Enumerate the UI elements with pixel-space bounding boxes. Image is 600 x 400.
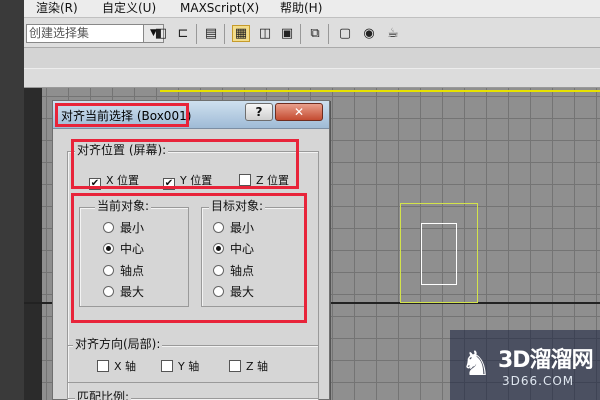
selection-set-dropdown[interactable]: 创建选择集 [26, 24, 144, 43]
toolbar-separator [300, 24, 301, 44]
viewport-side-strip [24, 88, 42, 400]
menu-bar: 渲染(R) 自定义(U) MAXScript(X) 帮助(H) [24, 0, 600, 18]
y-axis-label: Y 轴 [178, 360, 200, 373]
ribbon-strip [24, 68, 600, 88]
deer-logo-icon: ♞ [460, 344, 492, 384]
left-gutter [0, 0, 24, 400]
toolbar-shelf [24, 48, 600, 68]
menu-customize[interactable]: 自定义(U) [102, 1, 156, 16]
schematic-view-icon[interactable]: ◫ [256, 25, 274, 42]
toolbar-separator [196, 24, 197, 44]
highlight-title [55, 103, 189, 127]
menu-maxscript[interactable]: MAXScript(X) [180, 1, 259, 16]
highlight-align-position [71, 139, 299, 189]
toolbar-separator [224, 24, 225, 44]
z-axis-label: Z 轴 [246, 360, 269, 373]
highlight-object-options [71, 193, 307, 323]
render-frame-icon[interactable]: ▢ [336, 25, 354, 42]
render-icon[interactable]: ◉ [360, 25, 378, 42]
menu-render[interactable]: 渲染(R) [36, 1, 78, 16]
z-axis-check-icon [229, 360, 241, 372]
x-axis-checkbox[interactable]: X 轴 [97, 360, 136, 374]
watermark-title: 3D溜溜网 [498, 348, 594, 373]
main-toolbar: 创建选择集 ▼ ◧ ⊏ ▤ ▦ ◫ ▣ ⧉ ▢ ◉ ☕ [24, 18, 600, 48]
x-axis-label: X 轴 [114, 360, 137, 373]
close-button[interactable]: ✕ [275, 103, 323, 121]
watermark-url: 3D66.COM [502, 374, 575, 388]
layer-manager-icon[interactable]: ▤ [202, 25, 220, 42]
align-icon[interactable]: ⊏ [174, 25, 192, 42]
mirror-icon[interactable]: ◧ [152, 25, 170, 42]
y-axis-checkbox[interactable]: Y 轴 [161, 360, 199, 374]
match-scale-label: 匹配比例: [75, 390, 132, 400]
watermark: ♞ 3D溜溜网 3D66.COM [450, 330, 600, 400]
active-viewport-border [160, 90, 600, 92]
curve-editor-icon[interactable]: ▦ [232, 25, 250, 42]
align-orientation-label: 对齐方向(局部): [73, 337, 163, 351]
align-selection-dialog: 对齐当前选择 (Box001) ? ✕ 对齐位置 (屏幕): ✔ X 位置 ✔ Y … [52, 100, 330, 400]
toolbar-separator [328, 24, 329, 44]
help-button[interactable]: ? [245, 103, 273, 121]
material-editor-icon[interactable]: ▣ [278, 25, 296, 42]
x-axis-check-icon [97, 360, 109, 372]
selected-object-bounds [421, 223, 457, 285]
render-setup-icon[interactable]: ⧉ [306, 25, 324, 42]
menu-help[interactable]: 帮助(H) [280, 1, 322, 16]
teapot-icon[interactable]: ☕ [384, 25, 402, 42]
z-axis-checkbox[interactable]: Z 轴 [229, 360, 268, 374]
y-axis-check-icon [161, 360, 173, 372]
